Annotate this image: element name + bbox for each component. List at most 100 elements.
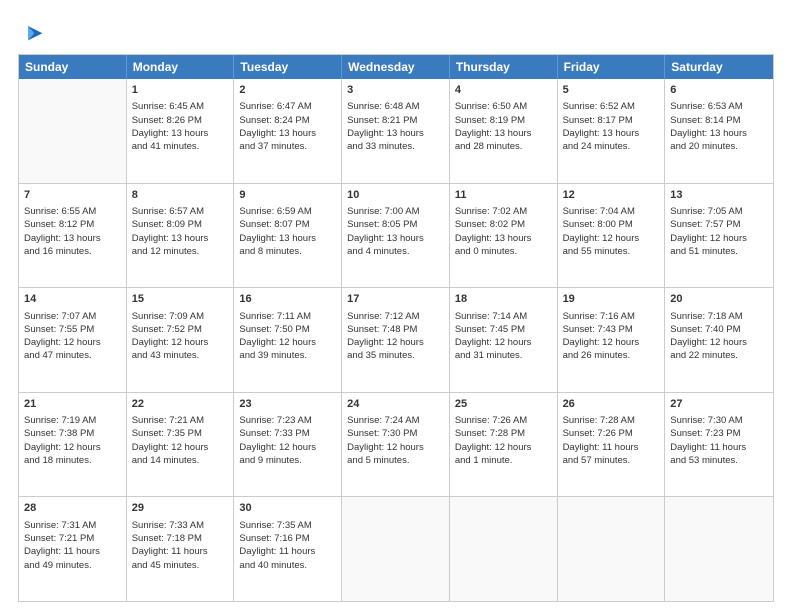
day-info-line: Daylight: 12 hours [239,441,336,454]
day-number: 26 [563,397,660,412]
day-info-line: Daylight: 12 hours [24,441,121,454]
day-number: 30 [239,501,336,516]
day-info-line: and 22 minutes. [670,349,768,362]
day-cell-6: 6Sunrise: 6:53 AMSunset: 8:14 PMDaylight… [665,79,773,183]
day-info-line: and 1 minute. [455,454,552,467]
day-info-line: Daylight: 13 hours [24,232,121,245]
day-info-line: Daylight: 11 hours [563,441,660,454]
day-info-line: Sunset: 8:17 PM [563,114,660,127]
day-info-line: Sunset: 8:19 PM [455,114,552,127]
day-info-line: Daylight: 13 hours [132,127,229,140]
day-info-line: and 37 minutes. [239,140,336,153]
day-info-line: Sunrise: 7:11 AM [239,310,336,323]
day-info-line: and 31 minutes. [455,349,552,362]
day-info-line: Sunrise: 7:33 AM [132,519,229,532]
day-info-line: Sunset: 7:16 PM [239,532,336,545]
day-info-line: Sunset: 8:12 PM [24,218,121,231]
day-info-line: and 45 minutes. [132,559,229,572]
day-info-line: Daylight: 12 hours [132,336,229,349]
day-cell-22: 22Sunrise: 7:21 AMSunset: 7:35 PMDayligh… [127,393,235,497]
day-number: 17 [347,292,444,307]
day-cell-26: 26Sunrise: 7:28 AMSunset: 7:26 PMDayligh… [558,393,666,497]
day-info-line: and 33 minutes. [347,140,444,153]
day-info-line: Daylight: 12 hours [455,441,552,454]
day-info-line: and 51 minutes. [670,245,768,258]
day-info-line: Daylight: 12 hours [132,441,229,454]
day-info-line: Daylight: 12 hours [563,336,660,349]
day-number: 6 [670,83,768,98]
day-info-line: Sunset: 8:21 PM [347,114,444,127]
day-info-line: Daylight: 12 hours [670,336,768,349]
calendar-row-1: 7Sunrise: 6:55 AMSunset: 8:12 PMDaylight… [19,183,773,288]
day-cell-27: 27Sunrise: 7:30 AMSunset: 7:23 PMDayligh… [665,393,773,497]
day-info-line: and 57 minutes. [563,454,660,467]
day-cell-23: 23Sunrise: 7:23 AMSunset: 7:33 PMDayligh… [234,393,342,497]
day-cell-7: 7Sunrise: 6:55 AMSunset: 8:12 PMDaylight… [19,184,127,288]
calendar-header: SundayMondayTuesdayWednesdayThursdayFrid… [19,55,773,79]
day-number: 18 [455,292,552,307]
day-info-line: Daylight: 12 hours [347,441,444,454]
day-info-line: and 9 minutes. [239,454,336,467]
day-info-line: Sunrise: 6:52 AM [563,100,660,113]
day-info-line: Sunrise: 7:35 AM [239,519,336,532]
day-number: 15 [132,292,229,307]
day-info-line: Daylight: 13 hours [670,127,768,140]
day-info-line: Daylight: 12 hours [239,336,336,349]
day-header-tuesday: Tuesday [234,55,342,79]
day-cell-19: 19Sunrise: 7:16 AMSunset: 7:43 PMDayligh… [558,288,666,392]
day-cell-empty [450,497,558,601]
day-info-line: Sunset: 7:45 PM [455,323,552,336]
day-info-line: Sunrise: 7:16 AM [563,310,660,323]
day-info-line: and 4 minutes. [347,245,444,258]
day-info-line: and 14 minutes. [132,454,229,467]
day-info-line: and 28 minutes. [455,140,552,153]
day-info-line: Daylight: 13 hours [132,232,229,245]
day-number: 13 [670,188,768,203]
day-info-line: Sunrise: 7:00 AM [347,205,444,218]
day-info-line: Sunrise: 7:18 AM [670,310,768,323]
calendar-row-0: 1Sunrise: 6:45 AMSunset: 8:26 PMDaylight… [19,79,773,183]
day-info-line: Sunset: 7:38 PM [24,427,121,440]
day-info-line: Daylight: 12 hours [563,232,660,245]
day-cell-empty [558,497,666,601]
day-cell-21: 21Sunrise: 7:19 AMSunset: 7:38 PMDayligh… [19,393,127,497]
day-info-line: Sunset: 7:30 PM [347,427,444,440]
day-info-line: Sunset: 7:40 PM [670,323,768,336]
day-info-line: and 43 minutes. [132,349,229,362]
day-cell-5: 5Sunrise: 6:52 AMSunset: 8:17 PMDaylight… [558,79,666,183]
day-info-line: Sunrise: 7:02 AM [455,205,552,218]
day-info-line: Sunrise: 7:14 AM [455,310,552,323]
day-info-line: and 49 minutes. [24,559,121,572]
day-header-monday: Monday [127,55,235,79]
day-info-line: Sunrise: 7:30 AM [670,414,768,427]
day-cell-empty [665,497,773,601]
day-cell-16: 16Sunrise: 7:11 AMSunset: 7:50 PMDayligh… [234,288,342,392]
page-header [18,18,774,46]
day-number: 12 [563,188,660,203]
day-cell-empty [19,79,127,183]
day-cell-1: 1Sunrise: 6:45 AMSunset: 8:26 PMDaylight… [127,79,235,183]
day-info-line: and 47 minutes. [24,349,121,362]
day-info-line: Sunset: 8:24 PM [239,114,336,127]
day-cell-9: 9Sunrise: 6:59 AMSunset: 8:07 PMDaylight… [234,184,342,288]
day-number: 1 [132,83,229,98]
calendar-row-2: 14Sunrise: 7:07 AMSunset: 7:55 PMDayligh… [19,287,773,392]
day-info-line: Sunset: 7:18 PM [132,532,229,545]
day-info-line: Sunset: 8:07 PM [239,218,336,231]
day-info-line: Sunset: 7:26 PM [563,427,660,440]
day-cell-17: 17Sunrise: 7:12 AMSunset: 7:48 PMDayligh… [342,288,450,392]
day-info-line: Sunset: 8:09 PM [132,218,229,231]
day-info-line: Sunset: 8:00 PM [563,218,660,231]
day-info-line: Daylight: 13 hours [563,127,660,140]
day-number: 21 [24,397,121,412]
day-number: 8 [132,188,229,203]
day-info-line: Sunrise: 7:07 AM [24,310,121,323]
day-number: 25 [455,397,552,412]
day-info-line: Daylight: 13 hours [455,232,552,245]
calendar-row-3: 21Sunrise: 7:19 AMSunset: 7:38 PMDayligh… [19,392,773,497]
day-info-line: Sunset: 7:52 PM [132,323,229,336]
day-info-line: Sunset: 7:21 PM [24,532,121,545]
day-info-line: Daylight: 13 hours [347,232,444,245]
day-number: 23 [239,397,336,412]
day-cell-4: 4Sunrise: 6:50 AMSunset: 8:19 PMDaylight… [450,79,558,183]
